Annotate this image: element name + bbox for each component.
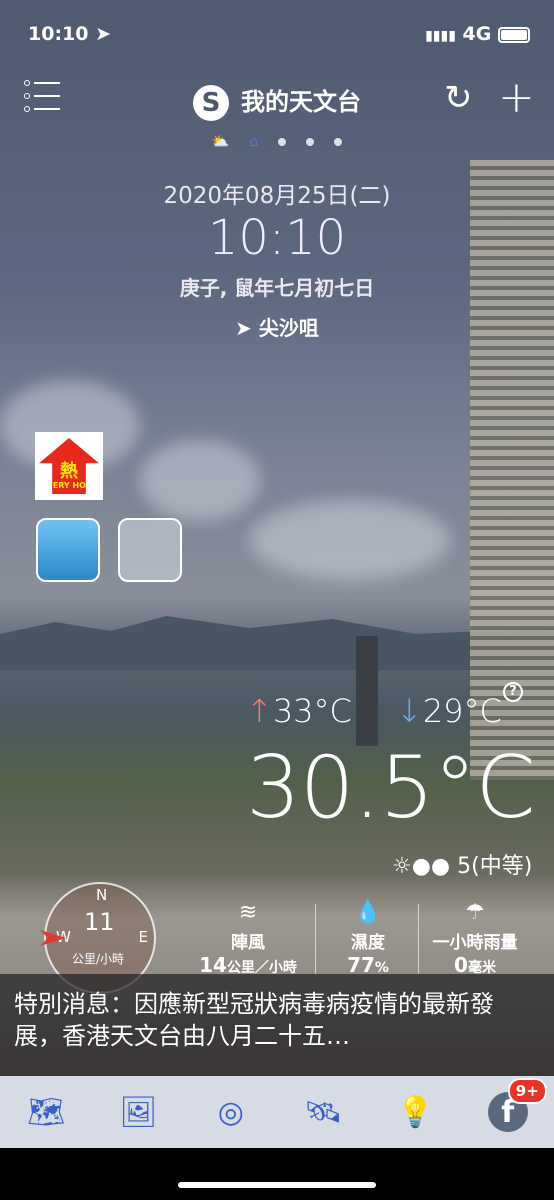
tab-satellite-icon[interactable]: 🛰 bbox=[298, 1095, 348, 1130]
app-title: 我的天文台 bbox=[241, 88, 361, 116]
uv-icon: ☼●● bbox=[392, 854, 451, 879]
notification-badge: 9+ bbox=[507, 1078, 547, 1104]
current-temperature: 30.5°C bbox=[246, 738, 536, 838]
clock: 10:10 bbox=[28, 23, 89, 45]
rainfall-stat: ☂ 一小時雨量 0毫米 bbox=[420, 900, 530, 977]
page-dot[interactable] bbox=[278, 138, 287, 146]
warning-zh: 熱 bbox=[60, 461, 78, 482]
tab-photos-icon[interactable]: 🖼 bbox=[113, 1095, 163, 1130]
tab-facebook-icon[interactable]: f 9+ bbox=[483, 1078, 547, 1132]
add-icon[interactable]: + bbox=[498, 72, 535, 123]
tab-bar: 🗺 🖼 ◎ 🛰 💡 f 9+ bbox=[0, 1076, 554, 1148]
humidity-label: 濕度 bbox=[351, 933, 385, 953]
page-indicator[interactable]: ⛅ ⌂ bbox=[0, 134, 554, 150]
date: 2020年08月25日(二) bbox=[163, 183, 391, 209]
location-arrow-icon: ➤ bbox=[235, 316, 259, 340]
weather-tv-icon[interactable] bbox=[36, 518, 100, 582]
location[interactable]: ➤ 尖沙咀 bbox=[0, 312, 554, 341]
status-bar: 10:10 ➤ ▮▮▮▮ 4G bbox=[28, 20, 530, 48]
tab-hong-kong-map-icon[interactable]: 🗺 bbox=[21, 1095, 71, 1130]
warning-en: VERY HOT bbox=[46, 481, 92, 490]
page-dot[interactable] bbox=[334, 138, 343, 146]
gust-label: 陣風 bbox=[231, 933, 265, 953]
home-page-icon[interactable]: ⌂ bbox=[249, 134, 258, 150]
wind-icon: ≋ bbox=[238, 900, 258, 925]
min-temp: ↓29°C bbox=[396, 692, 502, 730]
uv-value: 5(中等) bbox=[457, 854, 533, 879]
tab-radar-icon[interactable]: ◎ bbox=[206, 1095, 256, 1130]
help-icon[interactable]: ? bbox=[503, 682, 523, 702]
special-announcement[interactable]: 特別消息：因應新型冠狀病毒病疫情的最新發展，香港天文台由八月二十五… bbox=[0, 974, 554, 1076]
network-type: 4G bbox=[462, 23, 492, 45]
time: 10:10 bbox=[207, 210, 347, 266]
page-dot[interactable] bbox=[306, 138, 315, 146]
header: 我的天文台 ↻ + bbox=[0, 72, 554, 123]
lunar-date: 庚子, 鼠年七月初七日 bbox=[179, 276, 375, 300]
divider bbox=[315, 904, 316, 974]
rainfall-label: 一小時雨量 bbox=[432, 933, 518, 953]
divider bbox=[418, 904, 419, 974]
home-indicator[interactable] bbox=[178, 1182, 376, 1188]
weather-page-icon[interactable]: ⛅ bbox=[212, 134, 229, 150]
location-arrow-icon: ➤ bbox=[95, 23, 112, 45]
uv-index[interactable]: ☼●● 5(中等) bbox=[392, 848, 532, 880]
home-indicator-area bbox=[0, 1148, 554, 1200]
wind-speed: 11 bbox=[84, 908, 115, 936]
humidity-stat: 💧 濕度 77% bbox=[320, 900, 416, 977]
location-name: 尖沙咀 bbox=[258, 316, 319, 340]
max-temp-value: 33°C bbox=[272, 692, 352, 730]
umbrella-icon: ☂ bbox=[465, 900, 485, 925]
max-temp: ↑33°C bbox=[246, 692, 352, 730]
droplet-icon: 💧 bbox=[354, 900, 382, 925]
wind-unit: 公里/小時 bbox=[72, 952, 125, 966]
refresh-icon[interactable]: ↻ bbox=[444, 78, 473, 118]
battery-icon bbox=[498, 26, 530, 43]
very-hot-warning-icon[interactable]: 熱 VERY HOT bbox=[35, 432, 103, 500]
signal-icon: ▮▮▮▮ bbox=[425, 28, 456, 44]
hko-logo bbox=[193, 85, 229, 121]
gust-stat: ≋ 陣風 14公里／小時 bbox=[186, 900, 310, 977]
min-temp-value: 29°C bbox=[422, 692, 502, 730]
tropical-cyclone-icon[interactable] bbox=[118, 518, 182, 582]
tab-tips-lightbulb-icon[interactable]: 💡 bbox=[390, 1095, 440, 1130]
compass-n: N bbox=[96, 886, 108, 904]
compass-e: E bbox=[138, 928, 148, 946]
